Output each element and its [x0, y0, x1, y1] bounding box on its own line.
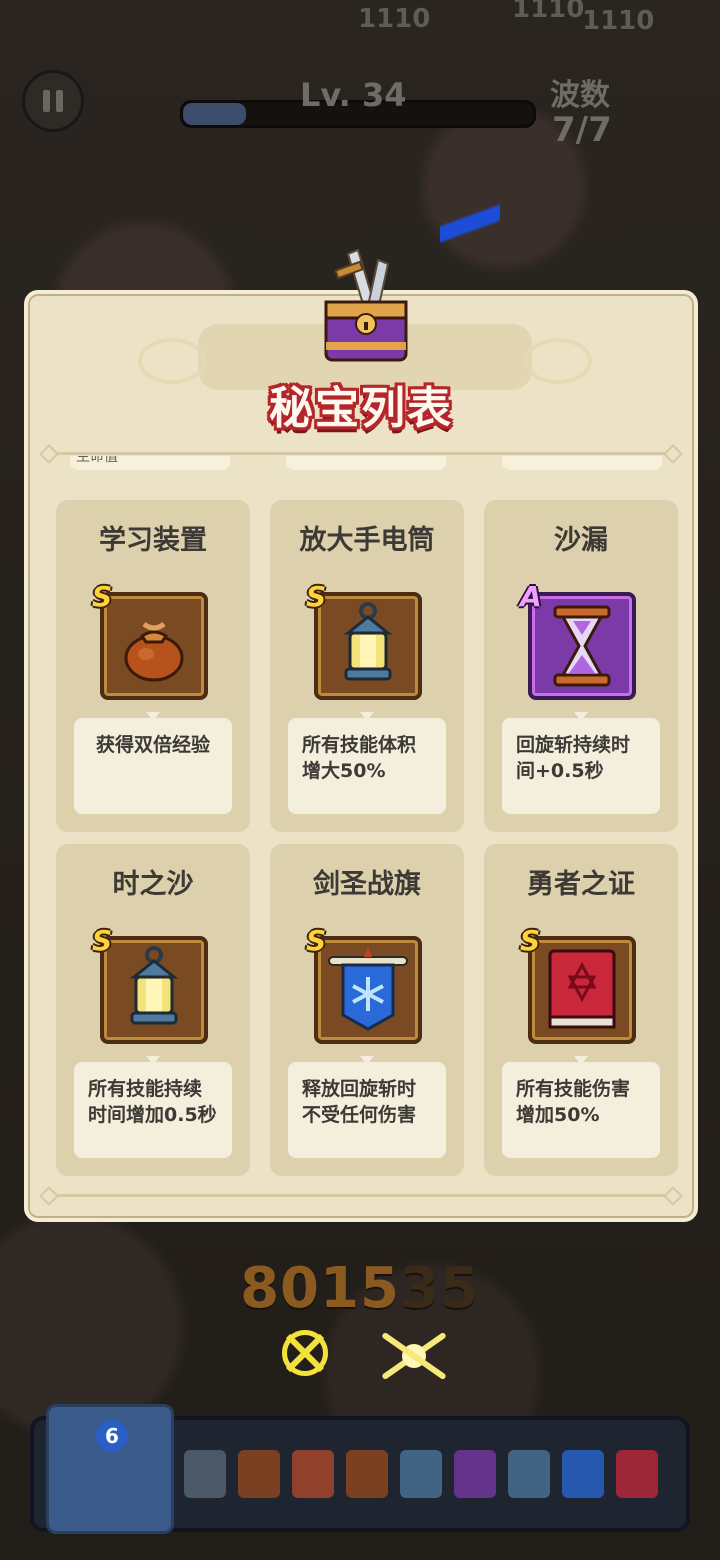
treasure-name: 剑圣战旗: [313, 869, 421, 900]
treasure-name: 时之沙: [112, 869, 194, 900]
treasure-name: 沙漏: [554, 525, 608, 556]
enemy-hp-label: 1110: [512, 0, 585, 24]
lantern-icon: [400, 1450, 442, 1498]
peek-card: 生命值: [70, 456, 230, 470]
enemy-hp-label: 1110: [358, 4, 431, 34]
skill-book-count: 6: [96, 1420, 128, 1452]
treasure-list-panel: 秘宝列表 生命值 学习装置 S 获得双倍经验 放大手电筒 S 所有技能体积增大5…: [24, 248, 698, 1222]
rank-badge: S: [92, 924, 113, 957]
treasure-description: 获得双倍经验: [74, 718, 232, 814]
level-label: Lv. 34: [300, 76, 407, 114]
peek-card: [286, 456, 446, 470]
rank-badge: S: [306, 924, 327, 957]
treasure-description: 所有技能伤害增加50%: [502, 1062, 660, 1158]
lightning-effect: [440, 160, 500, 300]
banner-flag-icon: [328, 947, 408, 1031]
red-tome-icon: [548, 949, 616, 1029]
treasure-description: 所有技能体积增大50%: [288, 718, 446, 814]
treasure-card[interactable]: 勇者之证 S 所有技能伤害增加50%: [484, 844, 678, 1176]
treasure-card[interactable]: 时之沙 S 所有技能持续时间增加0.5秒: [56, 844, 250, 1176]
pause-button[interactable]: [22, 70, 84, 132]
treasure-description: 回旋斩持续时间+0.5秒: [502, 718, 660, 814]
score-digits: 35: [399, 1256, 480, 1321]
pause-icon: [43, 90, 50, 112]
rank-badge: A: [520, 580, 542, 613]
treasure-description: 释放回旋斩时不受任何伤害: [288, 1062, 446, 1158]
hourglass-icon: [454, 1450, 496, 1498]
wave-value: 7/7: [552, 110, 612, 150]
treasure-chest-icon: [324, 248, 408, 362]
rank-badge: S: [520, 924, 541, 957]
wave-label: 波数: [550, 78, 610, 113]
crossed-circle-icon: [282, 1330, 328, 1376]
lantern-icon: [343, 602, 393, 681]
panel-title: 秘宝列表: [269, 383, 453, 434]
rank-badge: S: [306, 580, 327, 613]
rank-badge: S: [92, 580, 113, 613]
crossed-sparkle-icon: [376, 1318, 452, 1394]
treasure-description: 所有技能持续时间增加0.5秒: [74, 1062, 232, 1158]
peek-card: [502, 456, 662, 470]
banner-flag-icon: [562, 1450, 604, 1498]
armor-icon: [184, 1450, 226, 1498]
treasure-name: 勇者之证: [527, 869, 635, 900]
divider-top: [48, 452, 674, 455]
lantern-icon: [129, 946, 179, 1025]
bag-icon: [238, 1450, 280, 1498]
previous-row-peek: 生命值: [58, 456, 664, 470]
score-counter: 801535: [0, 1256, 720, 1321]
hourglass-icon: [553, 605, 611, 687]
divider-bottom: [48, 1194, 674, 1197]
red-tome-icon: [616, 1450, 658, 1498]
treasure-card[interactable]: 学习装置 S 获得双倍经验: [56, 500, 250, 832]
crystal-icon: [292, 1450, 334, 1498]
treasure-bag-icon: [124, 621, 184, 682]
treasure-card[interactable]: 剑圣战旗 S 释放回旋斩时不受任何伤害: [270, 844, 464, 1176]
bag-icon: [346, 1450, 388, 1498]
treasure-card[interactable]: 沙漏 A 回旋斩持续时间+0.5秒: [484, 500, 678, 832]
xp-bar-fill: [183, 103, 246, 125]
score-digits: 8015: [240, 1256, 400, 1321]
lantern-icon: [508, 1450, 550, 1498]
treasure-card[interactable]: 放大手电筒 S 所有技能体积增大50%: [270, 500, 464, 832]
treasure-name: 放大手电筒: [299, 525, 435, 556]
treasure-name: 学习装置: [99, 525, 207, 556]
enemy-hp-label: 1110: [582, 6, 655, 36]
